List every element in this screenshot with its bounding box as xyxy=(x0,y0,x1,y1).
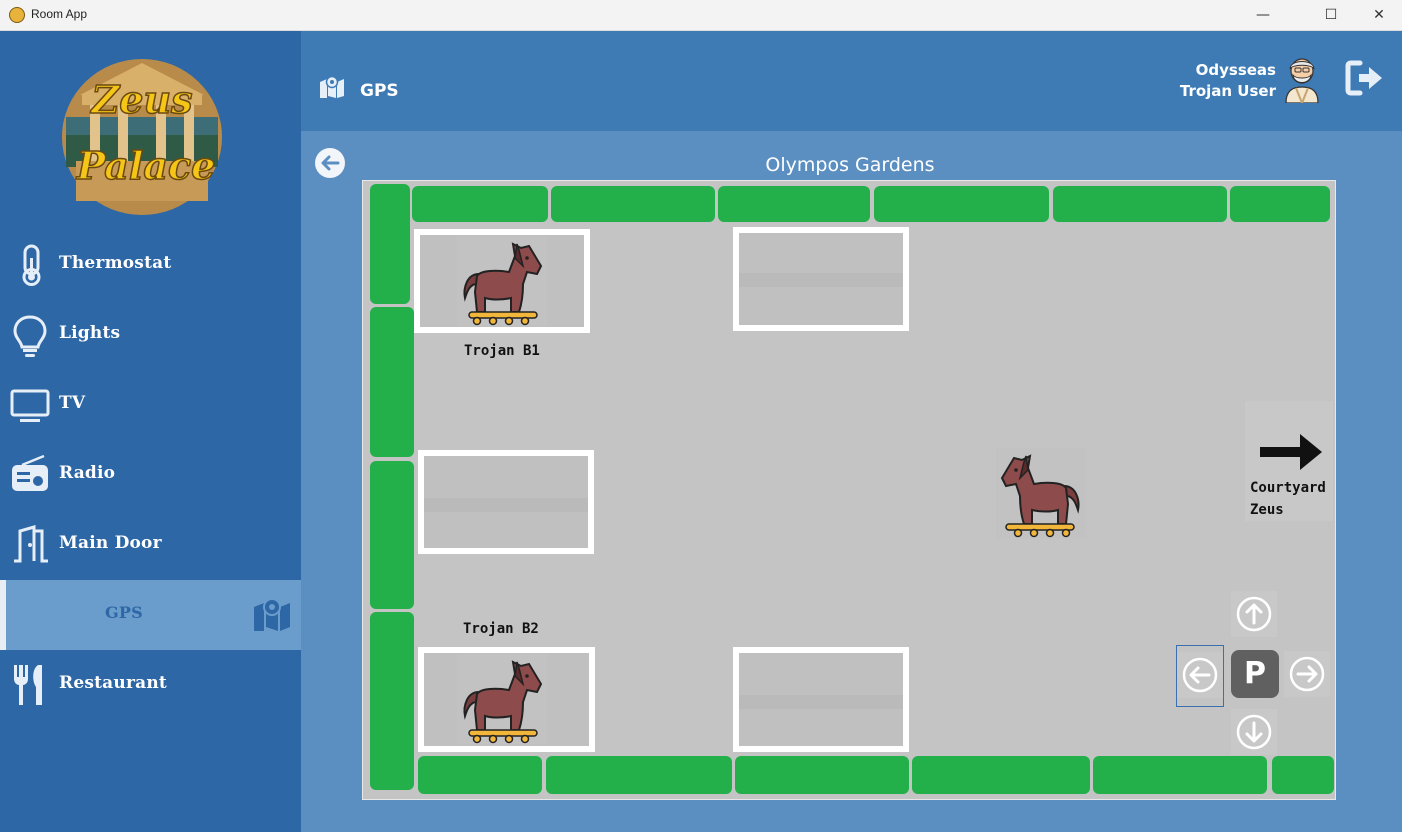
hedge xyxy=(1230,186,1330,222)
logo-text-zeus: Zeus xyxy=(90,77,193,122)
hedge xyxy=(546,756,732,794)
lightbulb-icon xyxy=(13,315,47,357)
sidebar-item-radio[interactable]: Radio xyxy=(0,440,301,510)
parking-spot-empty[interactable] xyxy=(418,450,594,554)
hedge xyxy=(370,461,414,609)
maximize-button[interactable]: ☐ xyxy=(1308,0,1354,31)
sidebar-item-tv[interactable]: TV xyxy=(0,370,301,440)
sidebar-item-label: Radio xyxy=(59,463,116,483)
minimize-button[interactable]: — xyxy=(1240,0,1286,31)
map-title: Olympos Gardens xyxy=(765,154,935,176)
sidebar-item-gps[interactable]: GPS xyxy=(0,580,301,650)
arrow-right-icon xyxy=(1260,434,1322,470)
radio-icon xyxy=(12,454,48,491)
map-icon xyxy=(254,598,290,631)
hedge xyxy=(874,186,1049,222)
sidebar-item-label: Lights xyxy=(59,323,121,343)
map-icon xyxy=(320,75,344,98)
app-icon xyxy=(9,7,25,23)
avatar[interactable] xyxy=(1282,55,1322,103)
hedge xyxy=(912,756,1090,794)
close-button[interactable]: ✕ xyxy=(1356,0,1402,31)
thermometer-icon xyxy=(22,244,41,286)
sidebar-item-label: TV xyxy=(59,393,86,413)
hedge xyxy=(370,612,414,790)
back-button[interactable] xyxy=(314,147,346,179)
sidebar-item-restaurant[interactable]: Restaurant xyxy=(0,650,301,720)
hedge xyxy=(370,184,410,304)
trojan-horse-icon xyxy=(457,236,547,326)
hedge xyxy=(370,307,414,457)
hedge xyxy=(1093,756,1267,794)
move-up-button[interactable] xyxy=(1231,591,1277,637)
hedge xyxy=(1272,756,1334,794)
sidebar: Zeus Palace Thermostat Lights TV Radio M… xyxy=(0,31,301,832)
hedge xyxy=(418,756,542,794)
zeus-palace-logo: Zeus Palace xyxy=(62,59,222,215)
parking-spot-empty[interactable] xyxy=(733,227,909,331)
sidebar-item-label: GPS xyxy=(105,603,143,622)
exit-label-line1: Courtyard xyxy=(1250,480,1326,496)
hedge xyxy=(718,186,870,222)
sidebar-item-label: Main Door xyxy=(59,533,162,553)
user-horse-marker xyxy=(996,448,1086,538)
logout-icon[interactable] xyxy=(1345,59,1385,97)
hedge xyxy=(735,756,909,794)
spot-label-b1: Trojan B1 xyxy=(464,343,540,359)
move-down-button[interactable] xyxy=(1231,709,1277,755)
page-title: GPS xyxy=(360,81,399,101)
move-right-button[interactable] xyxy=(1284,651,1330,697)
spot-label-b2: Trojan B2 xyxy=(463,621,539,637)
sidebar-item-label: Restaurant xyxy=(59,673,167,693)
hedge xyxy=(551,186,715,222)
park-button[interactable]: P xyxy=(1231,650,1279,698)
hedge xyxy=(1053,186,1227,222)
cutlery-icon xyxy=(14,665,42,705)
user-name: Odysseas xyxy=(1195,61,1276,79)
move-left-button[interactable] xyxy=(1177,652,1223,698)
window-titlebar: Room App — ☐ ✕ xyxy=(0,0,1402,31)
tv-icon xyxy=(10,389,50,422)
sidebar-item-lights[interactable]: Lights xyxy=(0,300,301,370)
window-title: Room App xyxy=(31,7,88,21)
trojan-horse-icon xyxy=(457,654,547,744)
parking-spot-empty[interactable] xyxy=(733,647,909,752)
hedge xyxy=(412,186,548,222)
exit-label-line2: Zeus xyxy=(1250,502,1284,518)
user-role: Trojan User xyxy=(1179,82,1276,100)
sidebar-item-thermostat[interactable]: Thermostat xyxy=(0,230,301,300)
top-header: GPS Odysseas Trojan User xyxy=(301,31,1402,131)
sidebar-item-label: Thermostat xyxy=(59,253,172,273)
sidebar-item-main-door[interactable]: Main Door xyxy=(0,510,301,580)
door-icon xyxy=(14,525,48,563)
logo-text-palace: Palace xyxy=(76,143,216,188)
